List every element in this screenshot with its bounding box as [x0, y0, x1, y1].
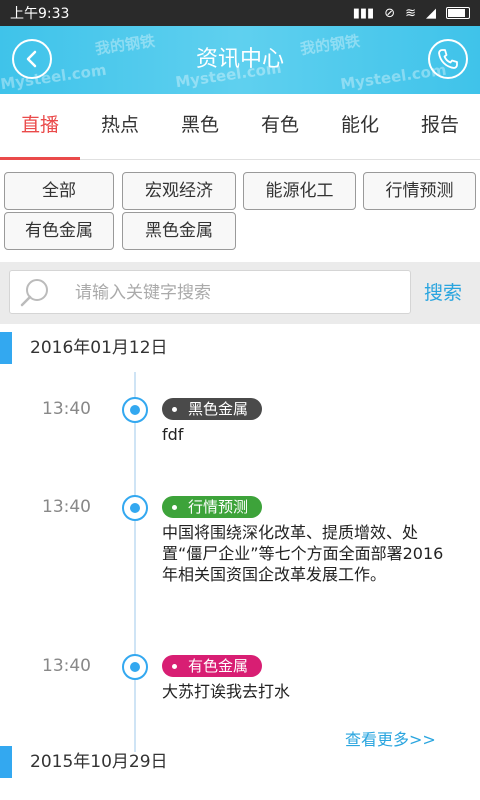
date-header: 2015年10月29日: [0, 744, 480, 780]
timeline-line: [134, 372, 136, 752]
search-input[interactable]: 请输入关键字搜索: [9, 270, 411, 314]
filter-chips: 全部 宏观经济 能源化工 行情预测 有色金属 黑色金属: [0, 160, 480, 262]
header: 我的钢铁 Mysteel.com 我的钢铁 Mysteel.com Mystee…: [0, 26, 480, 94]
tab-energy-chemical[interactable]: 能化: [320, 94, 400, 159]
filter-macro[interactable]: 宏观经济: [122, 172, 236, 210]
timeline-dot-icon: [122, 397, 148, 423]
news-content: fdf: [162, 425, 184, 444]
news-tag: 行情预测: [162, 496, 263, 518]
date-marker: [0, 332, 12, 364]
date-label: 2016年01月12日: [30, 338, 168, 358]
tab-report[interactable]: 报告: [400, 94, 480, 159]
tab-nonferrous[interactable]: 有色: [240, 94, 320, 159]
battery-icon: [446, 7, 470, 19]
date-marker: [0, 746, 12, 778]
search-placeholder: 请输入关键字搜索: [75, 283, 211, 303]
search-button[interactable]: 搜索: [424, 262, 462, 324]
tab-ferrous[interactable]: 黑色: [160, 94, 240, 159]
news-tag: 黑色金属: [162, 398, 263, 420]
news-content: 大苏打诶我去打水: [162, 682, 291, 701]
filter-all[interactable]: 全部: [4, 172, 114, 210]
filter-energy-chemical[interactable]: 能源化工: [243, 172, 356, 210]
status-bar: 上午9:33 ▮▮▮ ⊘ ≋ ◢: [0, 0, 480, 26]
search-icon: [20, 279, 48, 307]
status-time: 上午9:33: [10, 6, 70, 22]
filter-ferrous-metals[interactable]: 黑色金属: [122, 212, 236, 250]
timeline-dot-icon: [122, 654, 148, 680]
signal-icon: ▮▮▮: [352, 5, 375, 21]
cellular-icon: ◢: [426, 5, 436, 21]
filter-nonferrous-metals[interactable]: 有色金属: [4, 212, 114, 250]
news-content: 中国将围绕深化改革、提质增效、处置“僵尸企业”等七个方面全面部署2016年相关国…: [162, 523, 444, 584]
filter-forecast[interactable]: 行情预测: [363, 172, 476, 210]
call-button[interactable]: [428, 39, 468, 79]
news-time: 13:40: [42, 399, 91, 419]
chevron-left-icon: [26, 50, 37, 68]
mute-icon: ⊘: [384, 5, 396, 21]
news-tag: 有色金属: [162, 655, 263, 677]
date-label: 2015年10月29日: [30, 752, 168, 772]
news-time: 13:40: [42, 497, 91, 517]
category-tabs: 直播 热点 黑色 有色 能化 报告: [0, 94, 480, 160]
back-button[interactable]: [12, 39, 52, 79]
wifi-icon: ≋: [405, 5, 416, 21]
tab-hot[interactable]: 热点: [80, 94, 160, 159]
date-header: 2016年01月12日: [0, 330, 480, 366]
phone-icon: [438, 49, 458, 69]
tab-live[interactable]: 直播: [0, 94, 80, 160]
news-time: 13:40: [42, 656, 91, 676]
timeline-dot-icon: [122, 495, 148, 521]
search-bar: 请输入关键字搜索 搜索: [0, 262, 480, 324]
page-title: 资讯中心: [195, 47, 284, 72]
